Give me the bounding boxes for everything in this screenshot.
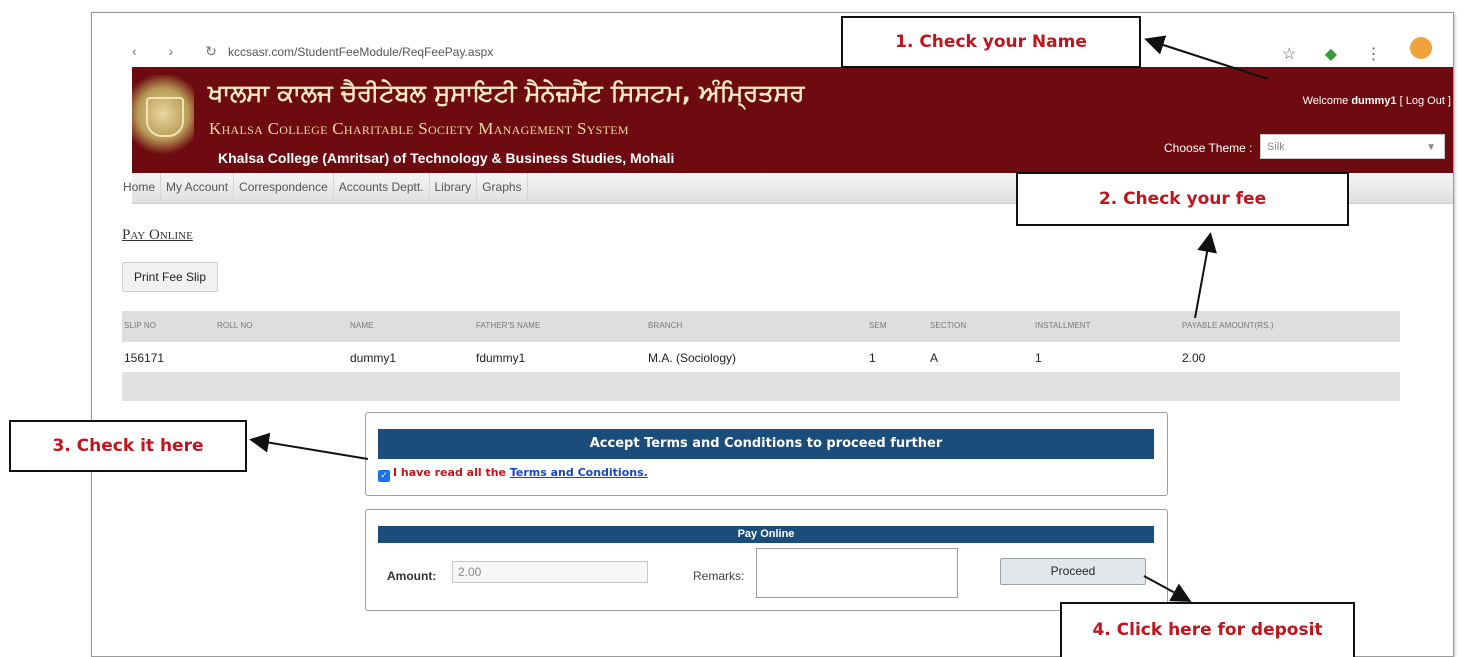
address-bar[interactable]: kccsasr.com/StudentFeeModule/ReqFeePay.a… — [228, 45, 493, 59]
cell-fathers-name: fdummy1 — [476, 351, 526, 365]
menu-item-correspondence[interactable]: Correspondence — [234, 173, 334, 202]
menu-item-graphs[interactable]: Graphs — [477, 173, 528, 202]
nav-buttons[interactable]: ‹ › ↻ — [132, 43, 231, 60]
amount-label: Amount: — [387, 569, 437, 583]
menu-item-my-account[interactable]: My Account — [161, 173, 235, 202]
pay-online-panel: Pay Online Amount: 2.00 Remarks: Proceed — [365, 509, 1168, 611]
table-row: 156171 dummy1 fdummy1 M.A. (Sociology) 1… — [122, 342, 1400, 372]
column-header: SECTION — [930, 321, 967, 330]
menu-icon[interactable]: ⋮ — [1366, 44, 1382, 64]
theme-label: Choose Theme : — [1164, 141, 1253, 155]
bookmark-icon[interactable]: ☆ — [1282, 44, 1296, 64]
column-header: PAYABLE AMOUNT(RS.) — [1182, 321, 1274, 330]
terms-acceptance: ✓ I have read all the Terms and Condition… — [378, 466, 648, 482]
column-header: FATHER'S NAME — [476, 321, 541, 330]
column-header: BRANCH — [648, 321, 683, 330]
cell-section: A — [930, 351, 939, 365]
browser-window: ‹ › ↻ kccsasr.com/StudentFeeModule/ReqFe… — [91, 12, 1454, 657]
college-crest-logo — [132, 75, 194, 161]
browser-icons: ☆ ◆ ⋮ — [1258, 37, 1432, 64]
theme-select-value: Silk — [1267, 141, 1285, 153]
print-fee-slip-button[interactable]: Print Fee Slip — [122, 262, 218, 292]
college-name: Khalsa College (Amritsar) of Technology … — [218, 150, 675, 166]
cell-installment: 1 — [1035, 351, 1042, 365]
theme-select[interactable]: Silk ▼ — [1260, 134, 1445, 159]
welcome-prefix: Welcome — [1302, 95, 1349, 107]
menu-item-library[interactable]: Library — [430, 173, 478, 202]
cell-slip-no: 156171 — [124, 351, 165, 365]
amount-field[interactable]: 2.00 — [452, 561, 648, 583]
fee-table: SLIP NO ROLL NO NAME FATHER'S NAME BRANC… — [122, 311, 1400, 401]
table-header: SLIP NO ROLL NO NAME FATHER'S NAME BRANC… — [122, 311, 1400, 342]
menu-item-accounts[interactable]: Accounts Deptt. — [334, 173, 430, 202]
profile-avatar[interactable] — [1410, 37, 1432, 59]
callout-check-name: 1. Check your Name — [841, 16, 1141, 68]
cell-name: dummy1 — [350, 351, 397, 365]
callout-check-fee: 2. Check your fee — [1016, 172, 1349, 226]
terms-checkbox[interactable]: ✓ — [378, 470, 390, 482]
browser-toolbar: ‹ › ↻ kccsasr.com/StudentFeeModule/ReqFe… — [132, 13, 1452, 63]
column-header: INSTALLMENT — [1035, 321, 1091, 330]
site-title-punjabi: ਖਾਲਸਾ ਕਾਲਜ ਚੈਰੀਟੇਬਲ ਸੁਸਾਇਟੀ ਮੈਨੇਜ਼ਮੈਂਟ ਸ… — [208, 79, 805, 107]
callout-click-deposit: 4. Click here for deposit — [1060, 602, 1355, 657]
remarks-textarea[interactable] — [756, 548, 958, 598]
table-footer — [122, 372, 1400, 401]
page-title: Pay Online — [122, 227, 193, 243]
welcome-text: Welcome dummy1 [ Log Out ] — [1303, 95, 1451, 107]
cell-branch: M.A. (Sociology) — [648, 351, 737, 365]
column-header: ROLL NO — [217, 321, 253, 330]
extension-icon[interactable]: ◆ — [1325, 44, 1337, 64]
menu-item-home[interactable]: Home — [118, 173, 162, 202]
terms-panel: Accept Terms and Conditions to proceed f… — [365, 412, 1168, 496]
proceed-button[interactable]: Proceed — [1000, 558, 1146, 585]
pay-online-header: Pay Online — [378, 526, 1154, 543]
site-title-english: Khalsa College Charitable Society Manage… — [209, 119, 629, 138]
terms-link[interactable]: Terms and Conditions. — [510, 466, 648, 479]
logout-link[interactable]: [ Log Out ] — [1400, 95, 1451, 107]
column-header: SLIP NO — [124, 321, 157, 330]
site-banner: ਖਾਲਸਾ ਕਾਲਜ ਚੈਰੀਟੇਬਲ ਸੁਸਾਇਟੀ ਮੈਨੇਜ਼ਮੈਂਟ ਸ… — [132, 67, 1453, 173]
cell-sem: 1 — [869, 351, 876, 365]
column-header: SEM — [869, 321, 887, 330]
terms-text: I have read all the — [393, 466, 506, 479]
chevron-down-icon: ▼ — [1426, 142, 1436, 153]
cell-payable-amount: 2.00 — [1182, 351, 1206, 365]
callout-check-here: 3. Check it here — [9, 420, 247, 472]
username: dummy1 — [1351, 95, 1397, 107]
column-header: NAME — [350, 321, 374, 330]
remarks-label: Remarks: — [693, 569, 745, 583]
terms-header: Accept Terms and Conditions to proceed f… — [378, 429, 1154, 459]
